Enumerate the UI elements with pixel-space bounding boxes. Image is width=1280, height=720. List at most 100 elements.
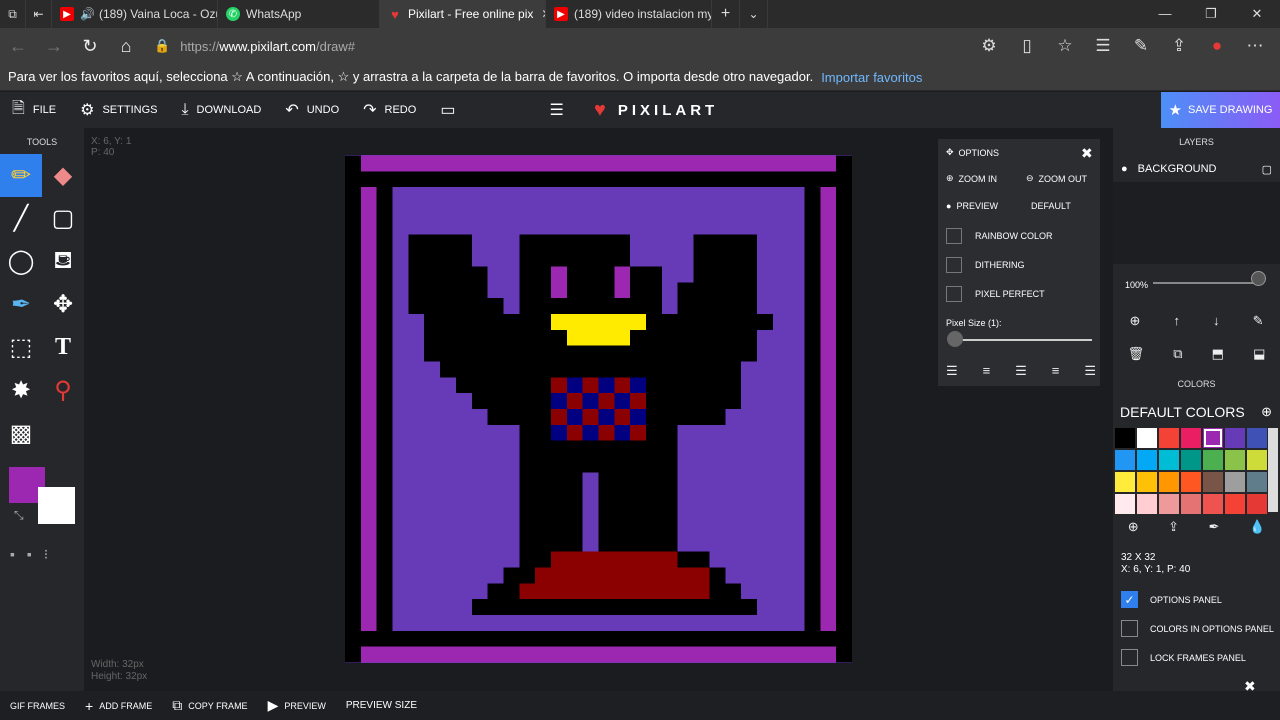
layer-item[interactable]: ● BACKGROUND ▢ bbox=[1113, 156, 1280, 182]
share-icon[interactable]: ⇪ bbox=[1162, 36, 1196, 56]
rename-layer-icon[interactable]: ✎ bbox=[1253, 313, 1264, 329]
browser-tab-3[interactable]: ♥ Pixilart - Free online pix ✕ bbox=[380, 0, 546, 28]
brush-tool[interactable]: ⚲ bbox=[42, 369, 84, 412]
swap-colors-icon[interactable]: ⤡ bbox=[14, 508, 24, 523]
pixel-size-knob[interactable] bbox=[947, 331, 963, 347]
pixilart-logo[interactable]: ♥ PIXILART bbox=[594, 92, 718, 128]
color-swatch[interactable] bbox=[1159, 450, 1179, 470]
opacity-track[interactable] bbox=[1153, 282, 1263, 284]
color-swatch[interactable] bbox=[1203, 494, 1223, 514]
color-swatch[interactable] bbox=[1203, 450, 1223, 470]
save-drawing-button[interactable]: ★ SAVE DRAWING bbox=[1161, 92, 1280, 128]
palette-scrollbar[interactable] bbox=[1268, 428, 1278, 512]
color-swatch[interactable] bbox=[1225, 428, 1245, 448]
drawing-canvas[interactable] bbox=[345, 155, 852, 663]
set-aside-tabs-icon[interactable]: ⇤ bbox=[26, 0, 52, 28]
rainbow-color-option[interactable]: RAINBOW COLOR bbox=[946, 228, 1053, 244]
lighten-tool[interactable]: ✸ bbox=[0, 369, 42, 412]
layer-up-icon[interactable]: ↑ bbox=[1173, 313, 1180, 329]
color-swatch[interactable] bbox=[1159, 472, 1179, 492]
add-layer-icon[interactable]: ⊕ bbox=[1130, 313, 1141, 329]
eyedropper-tool[interactable]: ✒ bbox=[0, 283, 42, 326]
merge-down-icon[interactable]: ⬓ bbox=[1253, 346, 1265, 362]
options-panel-checkbox[interactable]: ✓ bbox=[1121, 591, 1138, 608]
circle-tool[interactable]: ◯ bbox=[0, 240, 42, 283]
options-panel-setting[interactable]: ✓ OPTIONS PANEL bbox=[1121, 591, 1222, 608]
color-swatch[interactable] bbox=[1137, 450, 1157, 470]
rainbow-checkbox[interactable] bbox=[946, 228, 962, 244]
fill-drop-icon[interactable]: 💧 bbox=[1249, 519, 1265, 535]
url-field[interactable]: 🔒 https:// www.pixilart.com /draw# bbox=[154, 32, 972, 60]
color-swatch[interactable] bbox=[1247, 494, 1267, 514]
redo-button[interactable]: ↷ REDO bbox=[351, 92, 428, 128]
browser-tab-4[interactable]: ▶ (189) video instalacion myst bbox=[546, 0, 712, 28]
extension-icon[interactable]: ⚙ bbox=[972, 36, 1006, 56]
pixel-size-track[interactable] bbox=[948, 339, 1092, 341]
minimize-icon[interactable]: — bbox=[1142, 6, 1188, 22]
opacity-knob[interactable] bbox=[1251, 271, 1266, 286]
color-swatch[interactable] bbox=[1159, 494, 1179, 514]
lock-frames-checkbox[interactable] bbox=[1121, 649, 1138, 666]
dithering-checkbox[interactable] bbox=[946, 257, 962, 273]
preview-button[interactable]: ▶ PREVIEW bbox=[258, 691, 336, 720]
undo-button[interactable]: ↶ UNDO bbox=[273, 92, 351, 128]
browser-tab-2[interactable]: ✆ WhatsApp bbox=[218, 0, 380, 28]
color-swatch[interactable] bbox=[1203, 472, 1223, 492]
gif-frames-button[interactable]: GIF FRAMES bbox=[0, 691, 75, 720]
color-swatch[interactable] bbox=[1247, 450, 1267, 470]
color-swatch[interactable] bbox=[1115, 450, 1135, 470]
reading-view-icon[interactable]: ▯ bbox=[1010, 36, 1044, 56]
color-picker-icon[interactable]: ✒ bbox=[1209, 519, 1220, 535]
copy-frame-button[interactable]: ⧉ COPY FRAME bbox=[162, 691, 257, 720]
screen-button[interactable]: ▭ bbox=[428, 92, 475, 128]
color-swatch[interactable] bbox=[1115, 472, 1135, 492]
more-tools-icon[interactable]: ▪ ▪ ⁝ bbox=[10, 546, 52, 563]
select-tool[interactable]: ⬚ bbox=[0, 326, 42, 369]
settings-button[interactable]: ⚙ SETTINGS bbox=[68, 92, 169, 128]
eraser-tool[interactable]: ◆ bbox=[42, 154, 84, 197]
secondary-color-swatch[interactable] bbox=[38, 487, 75, 524]
move-panel-icon[interactable]: ✥ bbox=[946, 147, 954, 158]
layer-lock-icon[interactable]: ▢ bbox=[1262, 163, 1272, 176]
import-favorites-link[interactable]: Importar favoritos bbox=[821, 70, 922, 85]
new-tab-icon[interactable]: + bbox=[712, 0, 740, 28]
add-color-icon[interactable]: ⊕ bbox=[1128, 519, 1139, 535]
rectangle-tool[interactable]: ▢ bbox=[42, 197, 84, 240]
menu-button[interactable]: ☰ bbox=[537, 92, 583, 128]
color-swatch[interactable] bbox=[1115, 494, 1135, 514]
browser-tab-1[interactable]: ▶ 🔊 (189) Vaina Loca - Ozur bbox=[52, 0, 218, 28]
color-swatch[interactable] bbox=[1181, 472, 1201, 492]
align-right-icon[interactable]: ☰ bbox=[1084, 363, 1096, 379]
add-palette-icon[interactable]: ⊕ bbox=[1261, 404, 1272, 420]
download-button[interactable]: ⤓ DOWNLOAD bbox=[169, 92, 273, 128]
close-window-icon[interactable]: ✕ bbox=[1234, 6, 1280, 22]
color-swatch[interactable] bbox=[1159, 428, 1179, 448]
notes-pen-icon[interactable]: ✎ bbox=[1124, 36, 1158, 56]
profile-icon[interactable]: ● bbox=[1200, 36, 1234, 56]
color-swatch[interactable] bbox=[1203, 428, 1223, 448]
close-options-icon[interactable]: ✖ bbox=[1081, 145, 1093, 162]
tab-actions-icon[interactable]: ⧉ bbox=[0, 0, 26, 28]
more-icon[interactable]: ⋯ bbox=[1238, 36, 1272, 56]
pixel-perfect-option[interactable]: PIXEL PERFECT bbox=[946, 286, 1045, 302]
maximize-icon[interactable]: ❐ bbox=[1188, 6, 1234, 22]
layer-down-icon[interactable]: ↓ bbox=[1213, 313, 1220, 329]
color-swatch[interactable] bbox=[1225, 494, 1245, 514]
merge-up-icon[interactable]: ⬒ bbox=[1212, 346, 1224, 362]
color-swatch[interactable] bbox=[1225, 450, 1245, 470]
color-swatch[interactable] bbox=[1225, 472, 1245, 492]
favorites-hub-icon[interactable]: ☰ bbox=[1086, 36, 1120, 56]
pencil-tool[interactable]: ✏ bbox=[0, 154, 42, 197]
color-swatch[interactable] bbox=[1181, 450, 1201, 470]
dither-tool[interactable]: ▩ bbox=[0, 412, 42, 455]
layer-visible-icon[interactable]: ● bbox=[1121, 163, 1128, 175]
preview-toggle[interactable]: ● PREVIEW bbox=[946, 201, 998, 211]
forward-icon[interactable]: → bbox=[36, 36, 72, 57]
favorite-star-icon[interactable]: ☆ bbox=[1048, 36, 1082, 56]
align-center-icon[interactable]: ≡ bbox=[983, 363, 991, 379]
delete-layer-icon[interactable]: 🗑 bbox=[1128, 346, 1145, 362]
color-swatch[interactable] bbox=[1137, 494, 1157, 514]
preview-mode-select[interactable]: DEFAULT bbox=[1031, 201, 1071, 211]
add-frame-button[interactable]: + ADD FRAME bbox=[75, 691, 162, 720]
move-tool[interactable]: ✥ bbox=[42, 283, 84, 326]
